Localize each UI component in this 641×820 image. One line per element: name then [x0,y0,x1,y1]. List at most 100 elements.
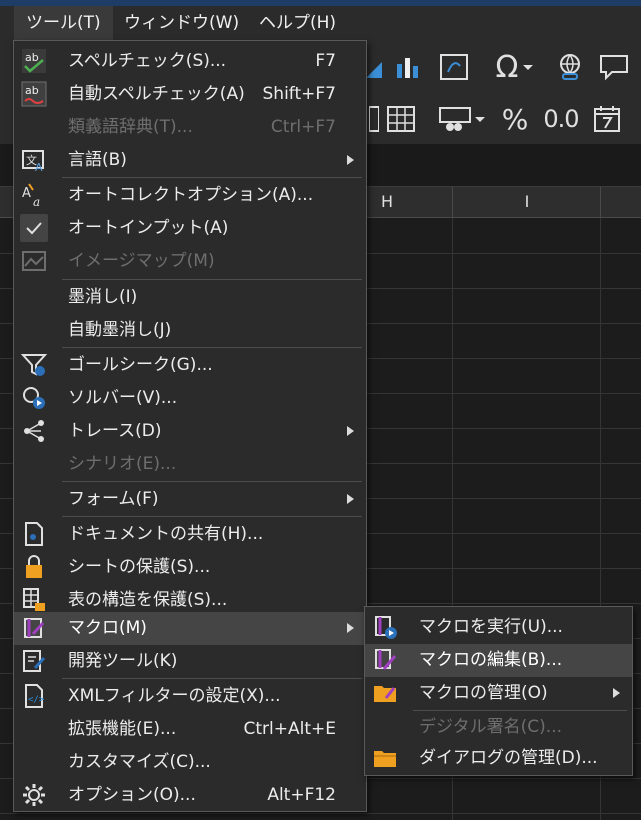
menu-item-label: オートコレクトオプション(A)... [68,185,314,205]
svg-text:A: A [35,161,43,173]
svg-text:</>: </> [28,695,45,705]
menu-item-label: カスタマイズ(C)... [68,752,211,772]
autocorrect-icon: Aa [20,181,48,209]
menu-item-spellcheck[interactable]: ab スペルチェック(S)... F7 [14,45,366,78]
menu-item-forms[interactable]: フォーム(F) [14,483,366,516]
menu-item-label: イメージマップ(M) [68,251,215,271]
menu-separator [62,516,362,517]
omega-label: Ω [495,49,519,85]
svg-text:ab: ab [25,84,39,97]
svg-text:ab: ab [25,51,39,64]
submenu-arrow-icon [347,623,354,633]
menu-item-language[interactable]: 文A 言語(B) [14,144,366,177]
percent-format-icon[interactable]: % [498,102,532,136]
menu-item-protect-sheet[interactable]: シートの保護(S)... [14,551,366,584]
borders-icon[interactable] [367,102,381,136]
edit-macro-icon [371,646,399,674]
menu-item-auto-redact[interactable]: 自動墨消し(J) [14,314,366,347]
decimal-format-icon[interactable]: 0.0 [538,102,584,136]
menu-tools[interactable]: ツール(T) [14,6,113,40]
menu-item-label: ソルバー(V)... [68,388,178,408]
menu-item-label: スペルチェック(S)... [68,51,227,71]
menu-item-auto-spellcheck[interactable]: ab 自動スペルチェック(A) Shift+F7 [14,78,366,111]
menu-item-label: シナリオ(E)... [68,454,177,474]
share-document-icon [20,520,48,548]
menu-item-shortcut: F7 [315,51,336,71]
column-i-header[interactable]: I [452,187,601,217]
menu-item-imagemap[interactable]: イメージマップ(M) [14,245,366,278]
run-macro-icon [371,613,399,641]
submenu-item-label: マクロの管理(O) [419,683,548,703]
menu-item-label: オプション(O)... [68,785,196,805]
menu-item-thesaurus[interactable]: 類義語辞典(T)... Ctrl+F7 [14,111,366,144]
goal-seek-icon [20,351,48,379]
language-icon: 文A [20,146,48,174]
submenu-arrow-icon [347,155,354,165]
insert-frame-icon[interactable] [436,50,472,84]
menu-bar: ツール(T) ウィンドウ(W) ヘルプ(H) [0,6,641,40]
menu-help[interactable]: ヘルプ(H) [247,6,348,40]
menu-window[interactable]: ウィンドウ(W) [112,6,251,40]
menu-item-shortcut: Ctrl+F7 [270,117,336,137]
submenu-item-digital-signature[interactable]: デジタル署名(C)... [365,711,632,744]
menu-item-redact[interactable]: 墨消し(I) [14,281,366,314]
options-gear-icon [20,781,48,809]
menu-item-goal-seek[interactable]: ゴールシーク(G)... [14,349,366,382]
protect-structure-icon [20,586,48,614]
menu-item-solver[interactable]: ソルバー(V)... [14,382,366,415]
menu-item-label: オートインプット(A) [68,218,229,238]
menu-item-autoinput[interactable]: オートインプット(A) [14,212,366,245]
tools-menu: ab スペルチェック(S)... F7 ab 自動スペルチェック(A) Shif… [13,40,367,812]
menu-item-shortcut: Alt+F12 [267,785,336,805]
menu-item-extensions[interactable]: 拡張機能(E)... Ctrl+Alt+E [14,713,366,746]
menu-item-label: トレース(D) [68,421,162,441]
pivot-chart-icon[interactable] [392,52,426,82]
macro-icon [20,614,48,642]
submenu-item-label: マクロを実行(U)... [419,617,563,637]
menu-item-options[interactable]: オプション(O)... Alt+F12 [14,779,366,812]
date-format-icon[interactable] [590,102,624,136]
submenu-item-edit-macros[interactable]: マクロの編集(B)... [365,644,632,677]
submenu-item-manage-macros[interactable]: マクロの管理(O) [365,677,632,710]
menu-item-dev-tools[interactable]: 開発ツール(K) [14,645,366,678]
menu-item-xml-filter[interactable]: </> XMLフィルターの設定(X)... [14,680,366,713]
number-format-currency-icon[interactable] [432,102,492,136]
menu-item-customize[interactable]: カスタマイズ(C)... [14,746,366,779]
menu-item-label: 自動墨消し(J) [68,320,172,340]
menu-separator [62,177,362,178]
hyperlink-icon[interactable] [553,50,587,84]
protect-sheet-icon [20,553,48,581]
submenu-arrow-icon [613,688,620,698]
column-j-header[interactable] [600,187,641,217]
submenu-item-label: デジタル署名(C)... [419,717,563,737]
menu-separator [62,347,362,348]
svg-text:a: a [33,195,40,208]
menu-item-shortcut: Shift+F7 [262,84,336,104]
menu-item-label: 類義語辞典(T)... [68,117,193,137]
submenu-arrow-icon [347,426,354,436]
grid-row-line [0,813,641,814]
trace-icon [20,417,48,445]
menu-item-label: XMLフィルターの設定(X)... [68,686,281,706]
imagemap-icon [20,247,48,275]
menu-item-label: フォーム(F) [68,489,159,509]
menu-item-label: 開発ツール(K) [68,651,178,671]
menu-item-autocorrect-options[interactable]: Aa オートコレクトオプション(A)... [14,179,366,212]
menu-item-label: シートの保護(S)... [68,557,211,577]
menu-item-trace[interactable]: トレース(D) [14,415,366,448]
menu-item-scenarios[interactable]: シナリオ(E)... [14,448,366,481]
spellcheck-icon: ab [20,47,48,75]
table-borders-icon[interactable] [383,102,419,136]
special-character-icon[interactable]: Ω [485,48,545,86]
menu-item-macros[interactable]: マクロ(M) [14,612,366,645]
menu-item-label: 墨消し(I) [68,287,138,307]
submenu-item-manage-dialogs[interactable]: ダイアログの管理(D)... [365,742,632,775]
xml-filter-icon: </> [20,682,48,710]
submenu-item-run-macro[interactable]: マクロを実行(U)... [365,611,632,644]
menu-item-label: 拡張機能(E)... [68,719,177,739]
menu-item-share-document[interactable]: ドキュメントの共有(H)... [14,518,366,551]
menu-item-label: ゴールシーク(G)... [68,355,213,375]
comment-icon[interactable] [596,50,632,84]
submenu-arrow-icon [347,494,354,504]
checkmark-icon [20,214,48,242]
